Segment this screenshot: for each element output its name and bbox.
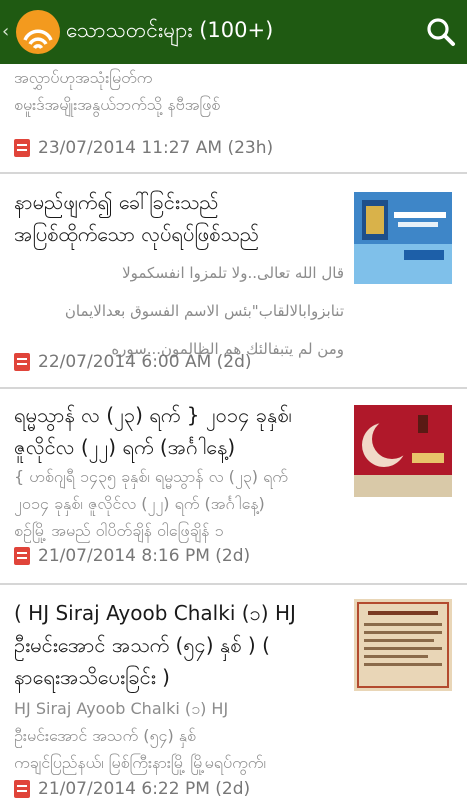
document-icon	[14, 139, 30, 157]
article-snippet: قال الله تعالى..ولا تلمزوا انفسكمولا تنا…	[64, 264, 344, 358]
article-title: ( HJ Siraj Ayoob Chalki (၁) HJ ဦးမင်းအော…	[14, 601, 296, 689]
news-feed[interactable]: အလွှာပ်ဟုအသုံးမြတ်က စမူးဒ်အမျိုးအနွယ်ဘက်…	[0, 64, 467, 800]
back-chevron-icon[interactable]: ‹	[2, 0, 16, 64]
document-icon	[14, 780, 30, 798]
article-thumbnail	[354, 599, 452, 691]
article-title: နာမည်ဖျက်၍ ခေါ်ခြင်းသည် အပြစ်ထိုက်သော လု…	[14, 190, 260, 246]
list-item[interactable]: အလွှာပ်ဟုအသုံးမြတ်က စမူးဒ်အမျိုးအနွယ်ဘက်…	[0, 64, 467, 174]
article-date: 23/07/2014 11:27 AM (23h)	[38, 138, 274, 158]
search-button[interactable]	[415, 0, 467, 64]
article-thumbnail	[354, 192, 452, 284]
document-icon	[14, 547, 30, 565]
app-bar: ‹ သောသတင်းများ (100+)	[0, 0, 467, 64]
article-meta: 21/07/2014 8:16 PM (2d)	[14, 546, 250, 566]
article-meta: 23/07/2014 11:27 AM (23h)	[14, 138, 273, 158]
document-icon	[14, 353, 30, 371]
search-icon	[427, 18, 455, 46]
article-meta: 21/07/2014 6:22 PM (2d)	[14, 779, 250, 799]
article-date: 21/07/2014 8:16 PM (2d)	[38, 546, 251, 566]
list-item[interactable]: ရမ္မသွာန် လ (၂၃) ရက် } ၂၀၁၄ ခုနှစ်၊ ဇူလိ…	[0, 389, 467, 585]
article-title: ရမ္မသွာန် လ (၂၃) ရက် } ၂၀၁၄ ခုနှစ်၊ ဇူလိ…	[14, 403, 292, 459]
article-snippet: HJ Siraj Ayoob Chalki (၁) HJ ဦးမင်းအောင်…	[14, 699, 266, 772]
article-thumbnail	[354, 405, 452, 497]
wifi-app-logo-icon[interactable]	[16, 10, 60, 54]
article-date: 22/07/2014 6:00 AM (2d)	[38, 352, 252, 372]
article-snippet: { ဟစ်ဂျရီ ၁၄၃၅ ခုနှစ်၊ ရမ္မသွာန် လ (၂၃) …	[14, 467, 288, 540]
list-item[interactable]: ( HJ Siraj Ayoob Chalki (၁) HJ ဦးမင်းအော…	[0, 585, 467, 800]
article-date: 21/07/2014 6:22 PM (2d)	[38, 779, 251, 799]
article-snippet: အလွှာပ်ဟုအသုံးမြတ်က စမူးဒ်အမျိုးအနွယ်ဘက်…	[14, 68, 221, 114]
article-meta: 22/07/2014 6:00 AM (2d)	[14, 352, 252, 372]
page-title: သောသတင်းများ (100+)	[66, 17, 274, 42]
list-item[interactable]: နာမည်ဖျက်၍ ခေါ်ခြင်းသည် အပြစ်ထိုက်သော လု…	[0, 174, 467, 389]
